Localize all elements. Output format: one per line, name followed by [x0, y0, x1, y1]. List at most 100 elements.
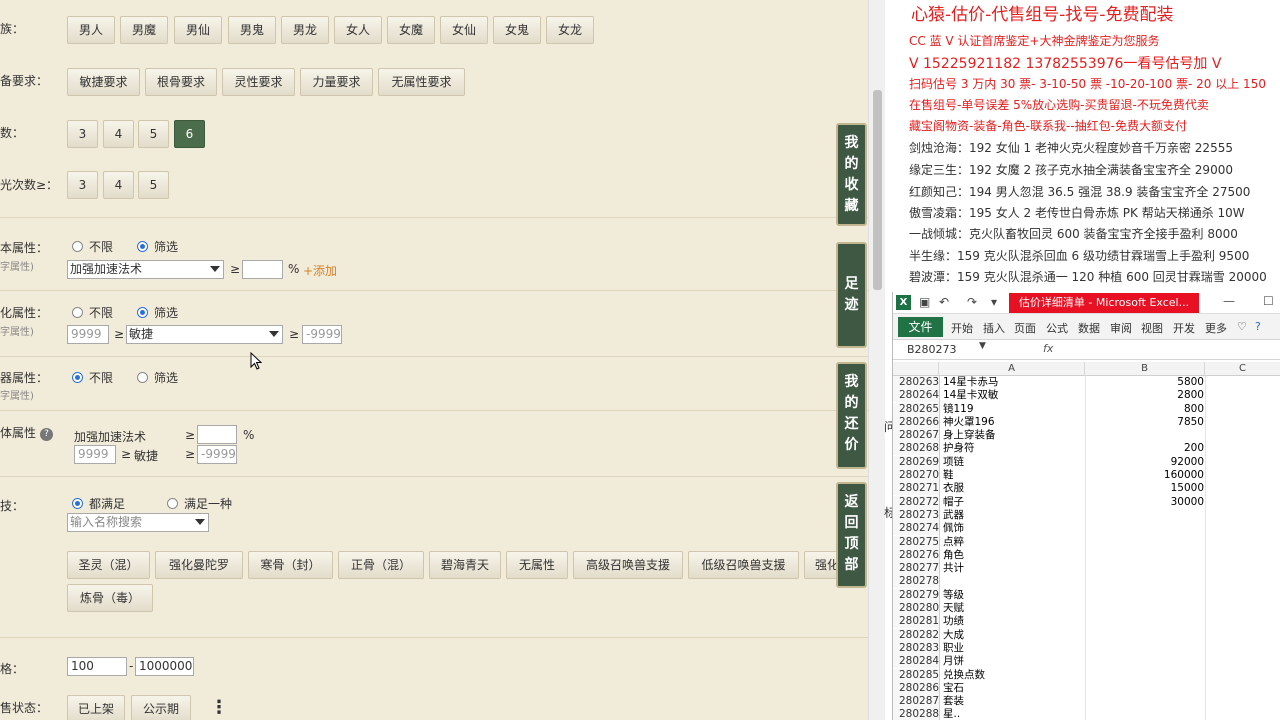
ribbon-tab-more[interactable]: 更多 — [1205, 320, 1227, 336]
row-number[interactable]: 280282 — [893, 628, 939, 642]
refine-attr-radio-none[interactable]: 不限 — [72, 304, 113, 321]
cell-b[interactable]: 2800 — [1086, 389, 1204, 402]
cell-a[interactable]: 等级 — [943, 589, 964, 602]
cell-a[interactable]: 功绩 — [943, 615, 964, 628]
cell-b[interactable]: 92000 — [1086, 456, 1204, 469]
skill-option-3[interactable]: 正骨（混） — [338, 551, 424, 579]
row-number[interactable]: 280287 — [893, 695, 939, 709]
light-count-option-1[interactable]: 4 — [103, 171, 134, 199]
equip-req-option-3[interactable]: 力量要求 — [300, 68, 373, 96]
cell-b[interactable]: 5800 — [1086, 376, 1204, 389]
cell-a[interactable]: 共计 — [943, 562, 964, 575]
cell-a[interactable]: 武器 — [943, 509, 964, 522]
row-number[interactable]: 280269 — [893, 455, 939, 469]
row-number[interactable]: 280265 — [893, 402, 939, 416]
name-box[interactable]: B280273 — [907, 342, 987, 357]
skill-option-row2-0[interactable]: 炼骨（毒） — [67, 584, 153, 612]
cell-a[interactable]: 鞋 — [943, 469, 954, 482]
minimize-icon[interactable]: — — [1223, 294, 1235, 308]
cell-a[interactable]: 14星卡赤马 — [943, 376, 998, 389]
add-attr-link[interactable]: +添加 — [303, 262, 337, 279]
maximize-icon[interactable]: ☐ — [1263, 294, 1274, 308]
cell-a[interactable]: 身上穿装备 — [943, 429, 996, 442]
count-option-0[interactable]: 3 — [67, 120, 98, 148]
cell-b[interactable]: 15000 — [1086, 482, 1204, 495]
name-box-dropdown-icon[interactable]: ▼ — [979, 341, 986, 351]
skill-option-4[interactable]: 碧海青天 — [429, 551, 501, 579]
price-max-input[interactable]: 1000000 — [135, 657, 194, 676]
race-option-0[interactable]: 男人 — [67, 16, 115, 44]
race-option-1[interactable]: 男魔 — [120, 16, 168, 44]
equip-req-option-1[interactable]: 根骨要求 — [145, 68, 217, 96]
equip-req-option-2[interactable]: 灵性要求 — [222, 68, 295, 96]
cell-a[interactable]: 点粹 — [943, 536, 964, 549]
race-option-4[interactable]: 男龙 — [281, 16, 329, 44]
cell-a[interactable]: 月饼 — [943, 655, 964, 668]
price-min-input[interactable]: 100 — [67, 657, 127, 676]
race-option-2[interactable]: 男仙 — [174, 16, 222, 44]
cell-a[interactable]: 天赋 — [943, 602, 964, 615]
sale-status-option-1[interactable]: 公示期 — [131, 695, 191, 720]
weapon-attr-radio-none[interactable]: 不限 — [72, 369, 113, 386]
count-option-2[interactable]: 5 — [138, 120, 169, 148]
row-number[interactable]: 280271 — [893, 482, 939, 496]
ribbon-tab-data[interactable]: 数据 — [1078, 320, 1100, 336]
ribbon-tab-home[interactable]: 开始 — [951, 320, 973, 336]
base-attr-radio-filter[interactable]: 筛选 — [137, 238, 178, 255]
cell-b[interactable]: 200 — [1086, 442, 1204, 455]
cell-a[interactable]: 衣服 — [943, 482, 964, 495]
body-attr-right-input[interactable]: -9999 — [197, 445, 237, 464]
race-option-5[interactable]: 女人 — [334, 16, 382, 44]
cell-a[interactable]: 套装 — [943, 695, 964, 708]
row-number[interactable]: 280274 — [893, 522, 939, 536]
sale-status-option-0[interactable]: 已上架 — [67, 695, 125, 720]
cell-a[interactable]: 帽子 — [943, 496, 964, 509]
cell-b[interactable]: 160000 — [1086, 469, 1204, 482]
row-number[interactable]: 280272 — [893, 495, 939, 509]
refine-attr-radio-filter[interactable]: 筛选 — [137, 304, 178, 321]
side-tab-my-offers[interactable]: 我的还价 — [836, 362, 867, 469]
light-count-option-2[interactable]: 5 — [138, 171, 169, 199]
column-header-b[interactable]: B — [1085, 362, 1205, 376]
redo-icon[interactable]: ↷ — [967, 295, 977, 309]
row-number[interactable]: 280284 — [893, 655, 939, 669]
cell-b[interactable]: 30000 — [1086, 496, 1204, 509]
cell-a[interactable]: 宝石 — [943, 682, 964, 695]
cell-a[interactable]: 镜119 — [943, 403, 974, 416]
cell-a[interactable]: 职业 — [943, 642, 964, 655]
more-icon[interactable]: ⋮ — [210, 697, 228, 718]
row-number[interactable]: 280283 — [893, 641, 939, 655]
row-number[interactable]: 280276 — [893, 548, 939, 562]
select-all-corner[interactable] — [893, 362, 939, 376]
ribbon-tab-view[interactable]: 视图 — [1141, 320, 1163, 336]
row-number[interactable]: 280280 — [893, 602, 939, 616]
light-count-option-0[interactable]: 3 — [67, 171, 98, 199]
cell-a[interactable]: 角色 — [943, 549, 964, 562]
ribbon-tab-developer[interactable]: 开发 — [1173, 320, 1195, 336]
ribbon-tab-page[interactable]: 页面 — [1014, 320, 1036, 336]
row-number[interactable]: 280281 — [893, 615, 939, 629]
cell-b[interactable]: 7850 — [1086, 416, 1204, 429]
cell-a[interactable]: 护身符 — [943, 442, 975, 455]
fx-icon[interactable]: fx — [1043, 342, 1053, 355]
skill-option-1[interactable]: 强化曼陀罗 — [155, 551, 243, 579]
row-number[interactable]: 280288 — [893, 708, 939, 720]
undo-icon[interactable]: ↶ — [939, 295, 949, 309]
body-attr-value-input[interactable] — [197, 425, 237, 444]
race-option-9[interactable]: 女龙 — [546, 16, 594, 44]
cell-a[interactable]: 星.. — [943, 708, 960, 720]
skills-radio-one[interactable]: 满足一种 — [167, 495, 232, 512]
refine-attr-right-input[interactable]: -9999 — [302, 325, 342, 344]
count-option-1[interactable]: 4 — [103, 120, 134, 148]
row-number[interactable]: 280286 — [893, 681, 939, 695]
cell-a[interactable]: 大成 — [943, 629, 964, 642]
skills-radio-all[interactable]: 都满足 — [72, 495, 125, 512]
cell-a[interactable]: 项链 — [943, 456, 964, 469]
skill-option-7[interactable]: 低级召唤兽支援 — [688, 551, 799, 579]
row-number[interactable]: 280267 — [893, 429, 939, 443]
skill-option-6[interactable]: 高级召唤兽支援 — [573, 551, 683, 579]
row-number[interactable]: 280264 — [893, 389, 939, 403]
weapon-attr-radio-filter[interactable]: 筛选 — [137, 369, 178, 386]
side-tab-favorites[interactable]: 我的收藏 — [836, 123, 867, 226]
race-option-6[interactable]: 女魔 — [387, 16, 435, 44]
